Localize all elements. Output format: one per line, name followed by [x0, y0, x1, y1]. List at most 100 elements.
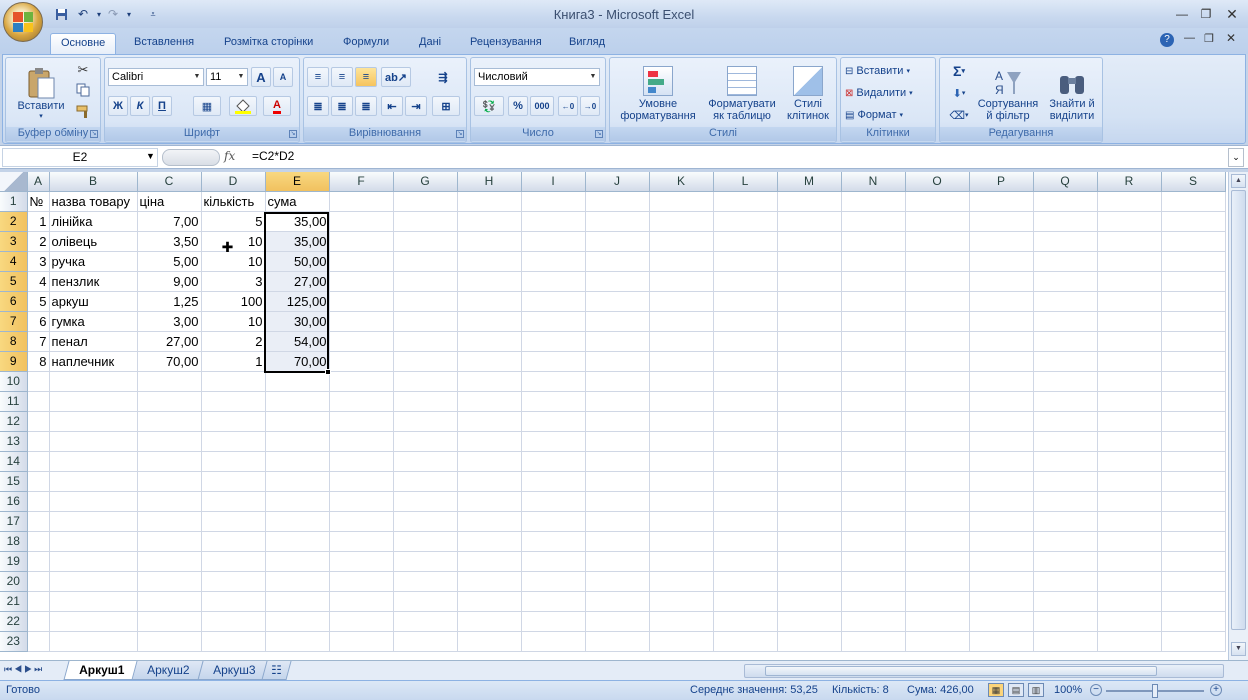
- insert-function-icon[interactable]: fx: [224, 149, 240, 165]
- cell-o12[interactable]: [905, 411, 970, 432]
- row-header[interactable]: 7: [0, 311, 28, 332]
- cell-o17[interactable]: [905, 511, 970, 532]
- cell-b4[interactable]: ручка: [49, 251, 138, 272]
- cell-b5[interactable]: пензлик: [49, 271, 138, 292]
- cell-e14[interactable]: [265, 451, 330, 472]
- horizontal-scroll-thumb[interactable]: [765, 666, 1157, 676]
- cell-p17[interactable]: [969, 511, 1034, 532]
- cell-f13[interactable]: [329, 431, 394, 452]
- tab-home[interactable]: Основне: [50, 33, 117, 54]
- cell-q12[interactable]: [1033, 411, 1098, 432]
- cell-e23[interactable]: [265, 631, 330, 652]
- cell-b14[interactable]: [49, 451, 138, 472]
- cell-p11[interactable]: [969, 391, 1034, 412]
- cell-m22[interactable]: [777, 611, 842, 632]
- cell-q2[interactable]: [1033, 211, 1098, 232]
- cell-m4[interactable]: [777, 251, 842, 272]
- align-top-button[interactable]: ≡: [307, 67, 329, 87]
- cell-q23[interactable]: [1033, 631, 1098, 652]
- increase-indent-button[interactable]: ⇥: [405, 96, 427, 116]
- cell-q6[interactable]: [1033, 291, 1098, 312]
- row-header[interactable]: 17: [0, 511, 28, 532]
- conditional-formatting-button[interactable]: Умовне форматування: [612, 62, 704, 126]
- cell-a11[interactable]: [27, 391, 50, 412]
- cell-p15[interactable]: [969, 471, 1034, 492]
- cell-s4[interactable]: [1161, 251, 1226, 272]
- cell-d22[interactable]: [201, 611, 266, 632]
- cell-b13[interactable]: [49, 431, 138, 452]
- cell-i8[interactable]: [521, 331, 586, 352]
- column-header-m[interactable]: M: [777, 172, 842, 192]
- cell-g2[interactable]: [393, 211, 458, 232]
- cell-m12[interactable]: [777, 411, 842, 432]
- cell-h15[interactable]: [457, 471, 522, 492]
- cell-f2[interactable]: [329, 211, 394, 232]
- cell-g6[interactable]: [393, 291, 458, 312]
- cell-r8[interactable]: [1097, 331, 1162, 352]
- name-box[interactable]: E2: [2, 148, 158, 167]
- cell-j7[interactable]: [585, 311, 650, 332]
- cell-h18[interactable]: [457, 531, 522, 552]
- column-header-s[interactable]: S: [1161, 172, 1226, 192]
- tab-data[interactable]: Дані: [409, 33, 451, 54]
- cell-d6[interactable]: 100: [201, 291, 266, 312]
- cut-icon[interactable]: ✂: [74, 62, 92, 78]
- cell-m7[interactable]: [777, 311, 842, 332]
- worksheet-grid[interactable]: ABCDEFGHIJKLMNOPQRS 1 № назва товару ціна кі…: [0, 172, 1228, 660]
- font-name-combo[interactable]: Calibri ▼: [108, 68, 204, 86]
- cell-a8[interactable]: 7: [27, 331, 50, 352]
- cell-d5[interactable]: 3: [201, 271, 266, 292]
- row-header[interactable]: 22: [0, 611, 28, 632]
- name-box-dropdown-icon[interactable]: ▼: [146, 151, 155, 161]
- column-header-f[interactable]: F: [329, 172, 394, 192]
- insert-sheet-tab[interactable]: ☷: [261, 661, 292, 680]
- cell-q7[interactable]: [1033, 311, 1098, 332]
- cell-k7[interactable]: [649, 311, 714, 332]
- cell-b12[interactable]: [49, 411, 138, 432]
- cell-j14[interactable]: [585, 451, 650, 472]
- cell-e18[interactable]: [265, 531, 330, 552]
- cell-p22[interactable]: [969, 611, 1034, 632]
- cell-j21[interactable]: [585, 591, 650, 612]
- cell-d15[interactable]: [201, 471, 266, 492]
- column-header-h[interactable]: H: [457, 172, 522, 192]
- formula-bar-resize-handle[interactable]: [162, 149, 220, 166]
- row-header[interactable]: 6: [0, 291, 28, 312]
- cell-r13[interactable]: [1097, 431, 1162, 452]
- cell-o19[interactable]: [905, 551, 970, 572]
- cell-d2[interactable]: 5: [201, 211, 266, 232]
- cell-s23[interactable]: [1161, 631, 1226, 652]
- workbook-restore-icon[interactable]: ❐: [1204, 32, 1214, 45]
- cell-c5[interactable]: 9,00: [137, 271, 202, 292]
- row-header[interactable]: 19: [0, 551, 28, 572]
- cell-q14[interactable]: [1033, 451, 1098, 472]
- cell-h10[interactable]: [457, 371, 522, 392]
- tab-page-layout[interactable]: Розмітка сторінки: [214, 33, 323, 54]
- cell-k2[interactable]: [649, 211, 714, 232]
- workbook-close-icon[interactable]: ✕: [1226, 31, 1236, 45]
- cell-a2[interactable]: 1: [27, 211, 50, 232]
- cell-m23[interactable]: [777, 631, 842, 652]
- cell-i12[interactable]: [521, 411, 586, 432]
- cell-i21[interactable]: [521, 591, 586, 612]
- cell-e19[interactable]: [265, 551, 330, 572]
- cell-a19[interactable]: [27, 551, 50, 572]
- cell-k18[interactable]: [649, 531, 714, 552]
- cell-r23[interactable]: [1097, 631, 1162, 652]
- cell-s5[interactable]: [1161, 271, 1226, 292]
- cell-k1[interactable]: [649, 191, 714, 212]
- cell-o18[interactable]: [905, 531, 970, 552]
- cell-n18[interactable]: [841, 531, 906, 552]
- cell-p8[interactable]: [969, 331, 1034, 352]
- row-header[interactable]: 2: [0, 211, 28, 232]
- cell-p19[interactable]: [969, 551, 1034, 572]
- cell-i19[interactable]: [521, 551, 586, 572]
- zoom-level[interactable]: 100%: [1054, 684, 1082, 696]
- normal-view-icon[interactable]: ▦: [988, 683, 1004, 697]
- increase-decimal-icon[interactable]: ←0: [558, 96, 578, 116]
- cell-a15[interactable]: [27, 471, 50, 492]
- clear-button[interactable]: ⌫ ▾: [946, 106, 972, 124]
- cell-h23[interactable]: [457, 631, 522, 652]
- cell-p18[interactable]: [969, 531, 1034, 552]
- cell-d4[interactable]: 10: [201, 251, 266, 272]
